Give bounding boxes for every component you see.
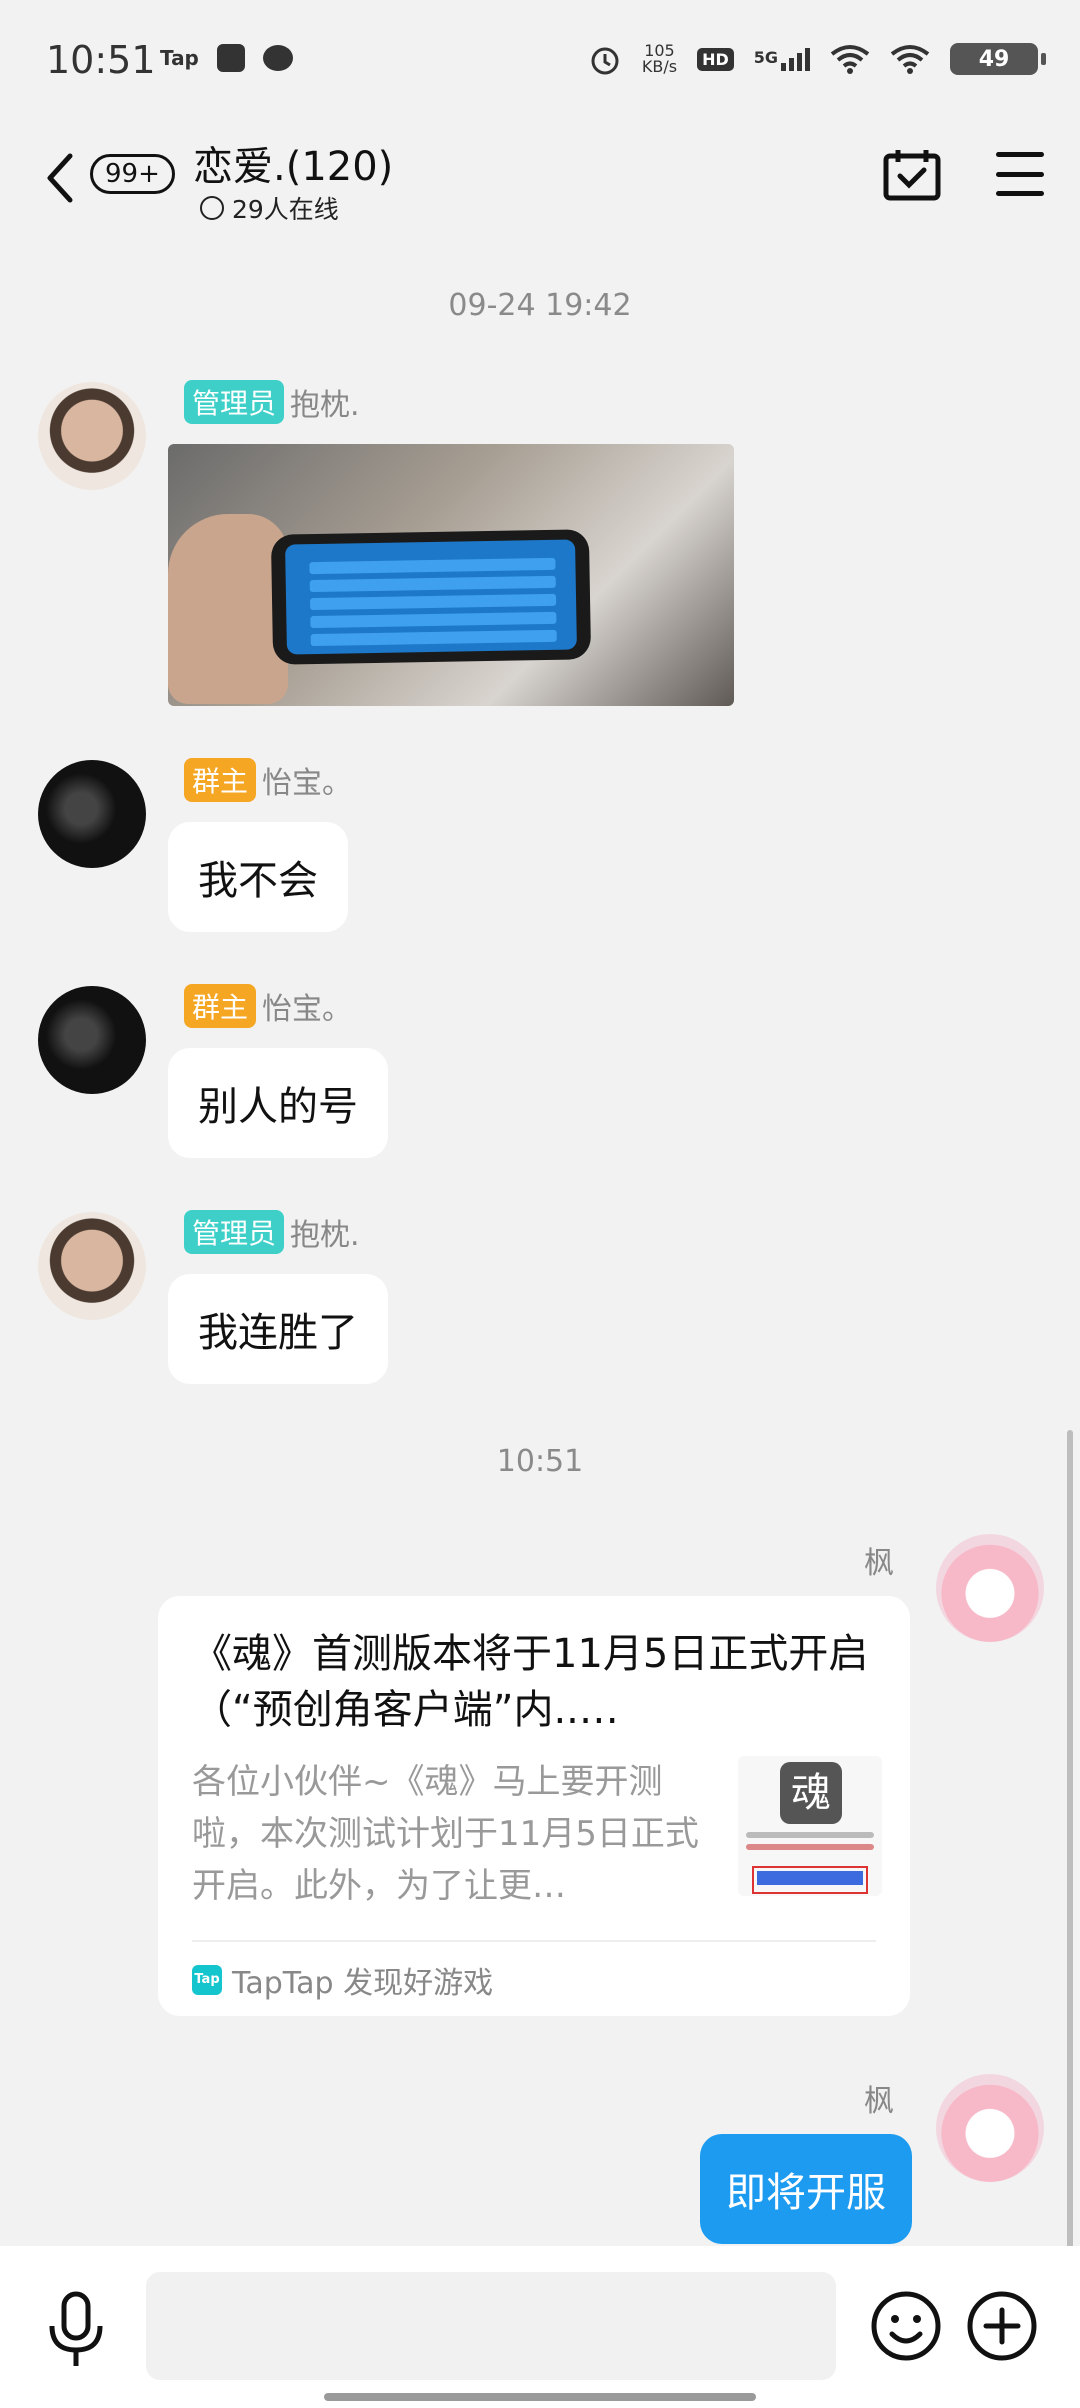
card-title: 《魂》首测版本将于11月5日正式开启（“预创角客户端”内..…	[192, 1631, 869, 1733]
sender-name[interactable]: 怡宝。	[262, 984, 352, 1028]
admin-tag: 管理员	[184, 1210, 285, 1254]
phone-image-part	[270, 529, 592, 665]
owner-tag: 群主	[184, 758, 257, 802]
divider	[192, 1940, 876, 1942]
sender-row: 管理员 抱枕.	[184, 380, 360, 424]
online-count-text: 29人在线	[232, 195, 339, 224]
status-time: 10:51	[46, 38, 156, 82]
link-card-message[interactable]: 《魂》首测版本将于11月5日正式开启（“预创角客户端”内..… 各位小伙伴~《魂…	[158, 1596, 910, 2016]
sender-name[interactable]: 怡宝。	[262, 758, 352, 802]
avatar[interactable]	[38, 1212, 146, 1320]
taptap-icon: Tap	[192, 1965, 222, 1995]
notification-icons: Tap	[160, 44, 293, 72]
network-speed: 105 KB/s	[642, 43, 677, 75]
menu-icon[interactable]	[996, 152, 1044, 196]
sender-name: 枫	[864, 2084, 894, 2119]
group-title[interactable]: 恋爱.(120)	[193, 134, 393, 192]
message-input[interactable]	[146, 2272, 836, 2380]
text-message[interactable]: 别人的号	[168, 1048, 388, 1158]
sender-name[interactable]: 抱枕.	[290, 1210, 360, 1254]
signal-icon: 5G	[753, 47, 810, 71]
system-status-icons: 105 KB/s HD 5G 49	[588, 42, 1046, 76]
timestamp: 10:51	[496, 1444, 584, 1479]
home-indicator[interactable]	[324, 2393, 756, 2401]
battery-icon: 49	[950, 43, 1046, 75]
admin-tag: 管理员	[184, 380, 285, 424]
avatar[interactable]	[38, 382, 146, 490]
avatar[interactable]	[38, 986, 146, 1094]
owner-tag: 群主	[184, 984, 257, 1028]
sender-row: 管理员 抱枕.	[184, 1210, 360, 1254]
text-message-self[interactable]: 即将开服	[700, 2134, 912, 2244]
alarm-icon	[591, 47, 619, 75]
card-thumbnail: 魂	[738, 1756, 882, 1896]
mic-icon[interactable]	[46, 2290, 106, 2370]
card-source: Tap TapTap 发现好游戏	[192, 1958, 493, 2002]
card-description: 各位小伙伴~《魂》马上要开测啦，本次测试计划于11月5日正式开启。此外，为了让更…	[192, 1762, 699, 1906]
avatar[interactable]	[936, 2074, 1044, 2182]
image-message[interactable]	[168, 444, 734, 706]
game-logo-icon: 魂	[780, 1762, 842, 1824]
avatar[interactable]	[936, 1534, 1044, 1642]
unread-count-badge[interactable]: 99+	[90, 154, 175, 194]
calendar-check-icon[interactable]	[882, 148, 942, 202]
signal-label: 5G	[753, 47, 778, 67]
hand-image-part	[168, 514, 288, 704]
sender-name: 枫	[864, 1546, 894, 1581]
emoji-icon[interactable]	[870, 2290, 942, 2362]
hd-icon: HD	[697, 47, 734, 71]
text-message[interactable]: 我连胜了	[168, 1274, 388, 1384]
source-text: TapTap 发现好游戏	[232, 1966, 494, 2001]
online-count[interactable]: 29人在线	[200, 190, 339, 226]
wifi-icon	[830, 45, 870, 74]
plus-circle-icon[interactable]	[966, 2290, 1038, 2362]
sender-name[interactable]: 抱枕.	[290, 380, 360, 424]
taptap-notification-icon: Tap	[160, 46, 199, 70]
timestamp: 09-24 19:42	[448, 288, 632, 323]
net-speed-unit: KB/s	[641, 57, 678, 76]
back-icon[interactable]	[40, 148, 80, 208]
sender-row: 群主 怡宝。	[184, 984, 352, 1028]
scrollbar[interactable]	[1067, 1430, 1073, 2250]
text-message[interactable]: 我不会	[168, 822, 348, 932]
app-notification-icon	[216, 44, 245, 72]
chevron-circle-icon	[200, 196, 224, 220]
wifi-icon-2	[890, 45, 930, 74]
sender-row: 群主 怡宝。	[184, 758, 352, 802]
avatar[interactable]	[38, 760, 146, 868]
message-notification-icon	[262, 45, 293, 71]
